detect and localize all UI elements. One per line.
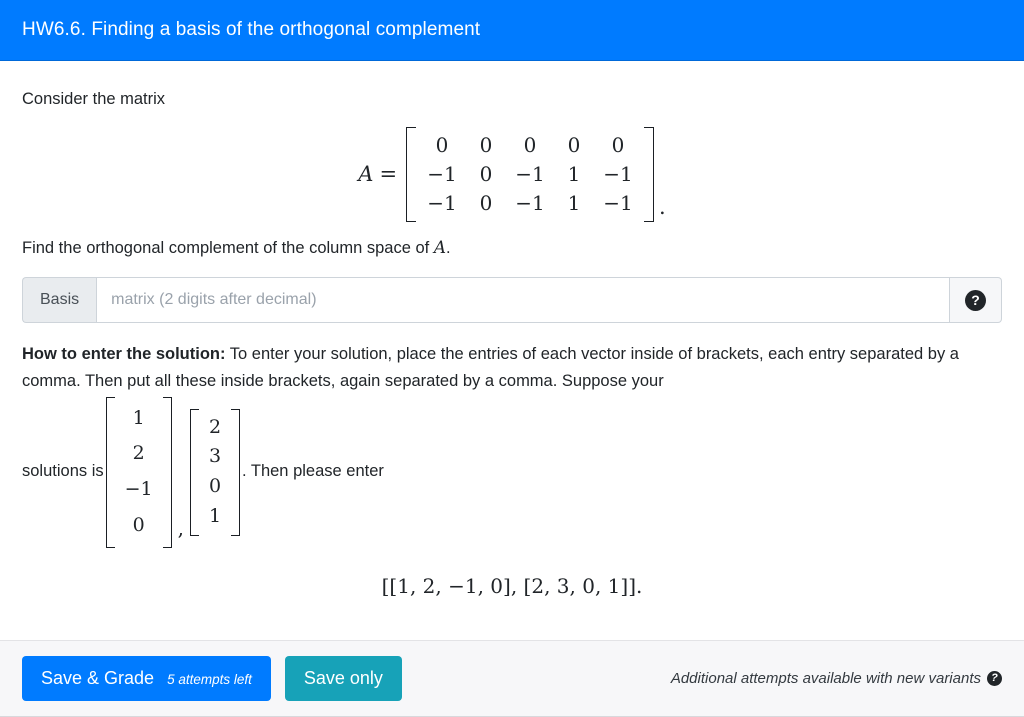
matrix-row: −1 0 −1 1 −1	[420, 160, 640, 189]
intro-text: Consider the matrix	[22, 90, 166, 108]
question-circle-icon[interactable]: ?	[987, 671, 1002, 686]
howto-suffix: . Then please enter	[242, 462, 384, 481]
vector-entry: 0	[132, 513, 145, 536]
howto-example-line: solutions is 1 2 −1 0 , 2 3 0 1 . Then p…	[22, 396, 1002, 548]
matrix-row: 0 0 0 0 0	[420, 131, 640, 160]
save-only-label: Save only	[303, 667, 383, 688]
matrix-cell: 1	[567, 190, 581, 215]
matrix-cell: −1	[427, 190, 457, 215]
matrix-equation: A = 0 0 0 0 0 −1 0 −1 1 −1 −1 0 −1 1 −1 …	[22, 126, 1002, 222]
matrix-rows: 0 0 0 0 0 −1 0 −1 1 −1 −1 0 −1 1 −1	[416, 127, 644, 222]
matrix-cell: 0	[479, 132, 493, 157]
vector-separator: ,	[177, 515, 184, 540]
basis-label: Basis	[22, 277, 97, 324]
basis-input[interactable]	[96, 277, 950, 324]
matrix-cell: −1	[603, 190, 633, 215]
save-and-grade-label: Save & Grade	[41, 667, 155, 688]
question-circle-icon: ?	[965, 289, 986, 311]
example-vector-2: 2 3 0 1	[190, 408, 240, 536]
example-vector-1: 1 2 −1 0	[105, 396, 172, 548]
save-only-button[interactable]: Save only	[284, 655, 402, 702]
question-text: Find the orthogonal complement of the co…	[22, 234, 1002, 262]
matrix-cell: −1	[515, 190, 545, 215]
matrix-cell: 0	[523, 132, 537, 157]
attempts-left-label: 5 attempts left	[167, 671, 252, 687]
question-prefix: Find the orthogonal complement of the co…	[22, 238, 434, 257]
question-suffix: .	[445, 238, 451, 257]
matrix-cell: 0	[479, 190, 493, 215]
footer-note-text: Additional attempts available with new v…	[670, 670, 981, 687]
example-answer: [[1, 2, −1, 0], [2, 3, 0, 1]].	[381, 573, 643, 598]
matrix-cell: 0	[567, 132, 581, 157]
bracket-right-icon	[231, 408, 240, 536]
howto-heading: How to enter the solution:	[22, 345, 226, 364]
question-matrix-symbol: A	[433, 236, 446, 257]
vector-entry: 1	[208, 504, 222, 527]
matrix-cell: 0	[479, 161, 493, 186]
vector-entry: 2	[208, 415, 222, 438]
bracket-left-icon	[190, 408, 199, 536]
matrix-trailing-period: .	[659, 194, 666, 219]
vector-entry: 0	[208, 475, 222, 498]
matrix-cell: 1	[567, 161, 581, 186]
bracket-left-icon	[406, 126, 417, 222]
matrix-bracketed: 0 0 0 0 0 −1 0 −1 1 −1 −1 0 −1 1 −1	[406, 126, 655, 222]
answer-input-group: Basis ?	[22, 277, 1002, 324]
card-footer: Save & Grade 5 attempts left Save only A…	[0, 640, 1024, 716]
vector-entry: 3	[208, 445, 222, 468]
howto-paragraph: How to enter the solution: To enter your…	[22, 341, 1002, 394]
bracket-right-icon	[162, 396, 172, 548]
matrix-cell: −1	[603, 161, 633, 186]
vector-entry: 1	[132, 406, 145, 429]
matrix-cell: 0	[435, 132, 449, 157]
answer-help-button[interactable]: ?	[950, 277, 1002, 324]
equals-sign: =	[379, 162, 398, 187]
matrix-cell: 0	[611, 132, 625, 157]
matrix-cell: −1	[427, 161, 457, 186]
footer-note: Additional attempts available with new v…	[671, 670, 1002, 687]
card-header: HW6.6. Finding a basis of the orthogonal…	[0, 0, 1024, 61]
howto-solutions-prefix: solutions is	[22, 462, 104, 481]
save-and-grade-button[interactable]: Save & Grade 5 attempts left	[22, 655, 271, 702]
page-title: HW6.6. Finding a basis of the orthogonal…	[22, 19, 481, 40]
matrix-name: A	[358, 162, 374, 187]
vector-entry: 2	[132, 442, 145, 465]
card-body: Consider the matrix A = 0 0 0 0 0 −1 0 −…	[0, 61, 1024, 640]
bracket-left-icon	[105, 396, 115, 548]
bracket-right-icon	[644, 126, 655, 222]
matrix-cell: −1	[515, 161, 545, 186]
exercise-card: HW6.6. Finding a basis of the orthogonal…	[0, 0, 1024, 717]
matrix-row: −1 0 −1 1 −1	[420, 189, 640, 218]
vector-entry: −1	[124, 478, 153, 501]
